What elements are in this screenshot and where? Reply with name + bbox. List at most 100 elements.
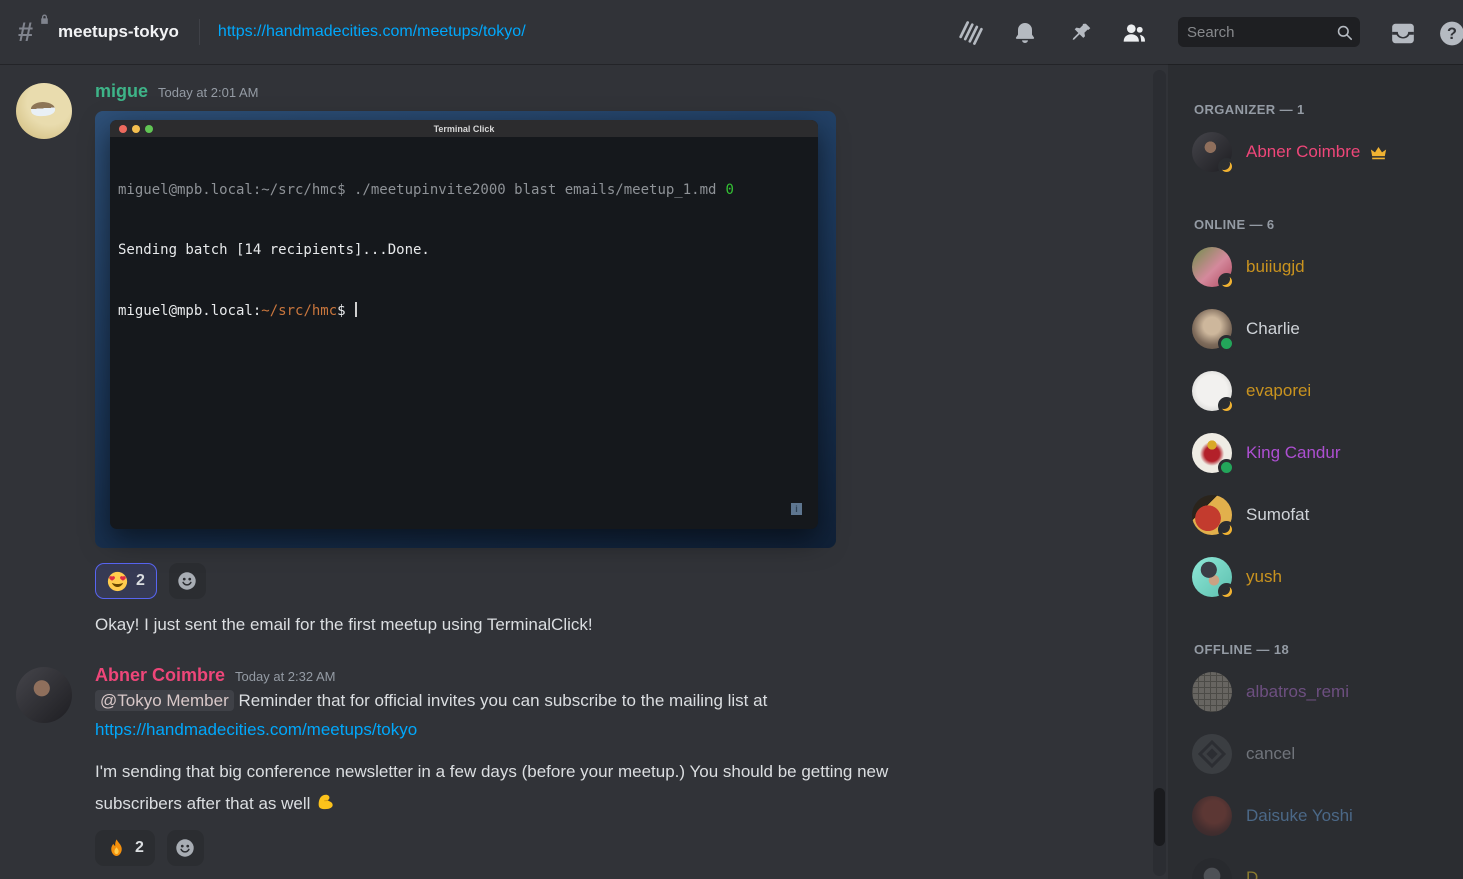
member-name: Daisuke Yoshi — [1246, 806, 1353, 826]
avatar — [1192, 371, 1232, 411]
status-idle-icon — [1218, 583, 1235, 600]
channel-name: meetups-tokyo — [58, 22, 179, 42]
member-name: Charlie — [1246, 319, 1300, 339]
avatar — [1192, 309, 1232, 349]
avatar[interactable] — [16, 83, 72, 139]
avatar — [1192, 796, 1232, 836]
author-name[interactable]: Abner Coimbre — [95, 665, 225, 686]
member-name: King Candur — [1246, 443, 1341, 463]
channel-header: # meetups-tokyo https://handmadecities.c… — [0, 0, 1463, 64]
terminal-cursor — [355, 302, 357, 317]
heart-eyes-emoji-icon — [107, 571, 128, 592]
terminal-scroll-badge: i — [791, 503, 802, 515]
avatar — [1192, 734, 1232, 774]
status-idle-icon — [1218, 273, 1235, 290]
message: migue Today at 2:01 AM Terminal Click mi… — [0, 81, 1150, 635]
add-reaction-smiley-icon — [174, 837, 196, 859]
message-text: I'm sending that big conference newslett… — [95, 757, 1150, 786]
svg-text:?: ? — [1447, 24, 1457, 42]
status-online-icon — [1218, 459, 1235, 476]
terminal-title: Terminal Click — [434, 124, 495, 134]
header-divider — [199, 19, 200, 45]
add-reaction-smiley-icon — [176, 570, 198, 592]
add-reaction-button[interactable] — [167, 830, 204, 866]
timestamp: Today at 2:32 AM — [235, 669, 335, 684]
message-link[interactable]: https://handmadecities.com/meetups/tokyo — [95, 720, 417, 739]
author-name[interactable]: migue — [95, 81, 148, 102]
attachment-image[interactable]: Terminal Click miguel@mpb.local:~/src/hm… — [95, 111, 836, 548]
terminal-titlebar: Terminal Click — [110, 120, 818, 137]
chat-scrollbar-track[interactable] — [1153, 70, 1166, 876]
member-name: evaporei — [1246, 381, 1311, 401]
avatar — [1192, 672, 1232, 712]
chat-scrollbar-thumb[interactable] — [1154, 788, 1165, 846]
member-row[interactable]: Abner Coimbre — [1184, 121, 1455, 183]
terminal-output: miguel@mpb.local:~/src/hmc$ ./meetupinvi… — [110, 137, 818, 364]
member-row[interactable]: buiiugjd — [1184, 236, 1455, 298]
owner-crown-icon — [1369, 143, 1388, 162]
channel-topic-link[interactable]: https://handmadecities.com/meetups/tokyo… — [218, 23, 526, 41]
section-header: ORGANIZER — 1 — [1194, 102, 1455, 117]
member-name: yush — [1246, 567, 1282, 587]
threads-icon[interactable] — [958, 20, 984, 46]
message-text: Okay! I just sent the email for the firs… — [95, 615, 1150, 635]
section-header: OFFLINE — 18 — [1194, 642, 1455, 657]
channel-hash-lock-icon: # — [18, 16, 48, 48]
member-name: Abner Coimbre — [1246, 142, 1360, 162]
reaction-count: 2 — [136, 572, 145, 590]
traffic-lights-icon — [119, 125, 153, 133]
member-row[interactable]: evaporei — [1184, 360, 1455, 422]
status-idle-icon — [1218, 521, 1235, 538]
member-row[interactable]: yush — [1184, 546, 1455, 608]
member-name: D — [1246, 868, 1258, 879]
member-row[interactable]: cancel — [1184, 723, 1455, 785]
search-input[interactable]: Search — [1178, 17, 1360, 47]
member-row[interactable]: Charlie — [1184, 298, 1455, 360]
reaction-count: 2 — [135, 839, 144, 857]
member-name: buiiugjd — [1246, 257, 1305, 277]
member-row[interactable]: Daisuke Yoshi — [1184, 785, 1455, 847]
avatar — [1192, 132, 1232, 172]
status-idle-icon — [1218, 397, 1235, 414]
message: Abner Coimbre Today at 2:32 AM @Tokyo Me… — [0, 665, 1150, 866]
search-placeholder: Search — [1187, 24, 1235, 41]
member-name: cancel — [1246, 744, 1295, 764]
avatar — [1192, 495, 1232, 535]
inbox-icon[interactable] — [1390, 20, 1416, 46]
pinned-messages-icon[interactable] — [1068, 20, 1094, 46]
member-row[interactable]: D — [1184, 847, 1455, 879]
member-row[interactable]: King Candur — [1184, 422, 1455, 484]
avatar — [1192, 557, 1232, 597]
avatar[interactable] — [16, 667, 72, 723]
status-online-icon — [1218, 335, 1235, 352]
help-icon[interactable]: ? — [1439, 20, 1463, 46]
add-reaction-button[interactable] — [169, 563, 206, 599]
avatar — [1192, 247, 1232, 287]
member-name: albatros_remi — [1246, 682, 1349, 702]
terminal-line: miguel@mpb.local:~/src/hmc$ — [118, 300, 810, 321]
status-idle-icon — [1218, 158, 1235, 175]
message-text: subscribers after that as well — [95, 786, 1150, 818]
muscle-emoji-icon — [314, 790, 337, 813]
avatar — [1192, 858, 1232, 879]
member-name: Sumofat — [1246, 505, 1309, 525]
member-row[interactable]: albatros_remi — [1184, 661, 1455, 723]
member-list-icon[interactable] — [1121, 20, 1147, 46]
search-icon — [1335, 23, 1354, 42]
reaction-pill[interactable]: 2 — [95, 830, 155, 866]
section-header: ONLINE — 6 — [1194, 217, 1455, 232]
notifications-icon[interactable] — [1012, 20, 1038, 46]
terminal-window: Terminal Click miguel@mpb.local:~/src/hm… — [110, 120, 818, 529]
message-list: migue Today at 2:01 AM Terminal Click mi… — [0, 64, 1150, 879]
zoom-icon — [145, 125, 153, 133]
member-list-sidebar: ORGANIZER — 1 Abner Coimbre ONLINE — 6 b… — [1168, 64, 1463, 879]
minimize-icon — [132, 125, 140, 133]
close-icon — [119, 125, 127, 133]
message-text: @Tokyo Member Reminder that for official… — [95, 686, 1150, 715]
member-row[interactable]: Sumofat — [1184, 484, 1455, 546]
fire-emoji-icon — [106, 838, 127, 859]
terminal-line: Sending batch [14 recipients]...Done. — [118, 240, 810, 260]
mention-pill[interactable]: @Tokyo Member — [95, 690, 234, 711]
reaction-pill[interactable]: 2 — [95, 563, 157, 599]
timestamp: Today at 2:01 AM — [158, 85, 258, 100]
